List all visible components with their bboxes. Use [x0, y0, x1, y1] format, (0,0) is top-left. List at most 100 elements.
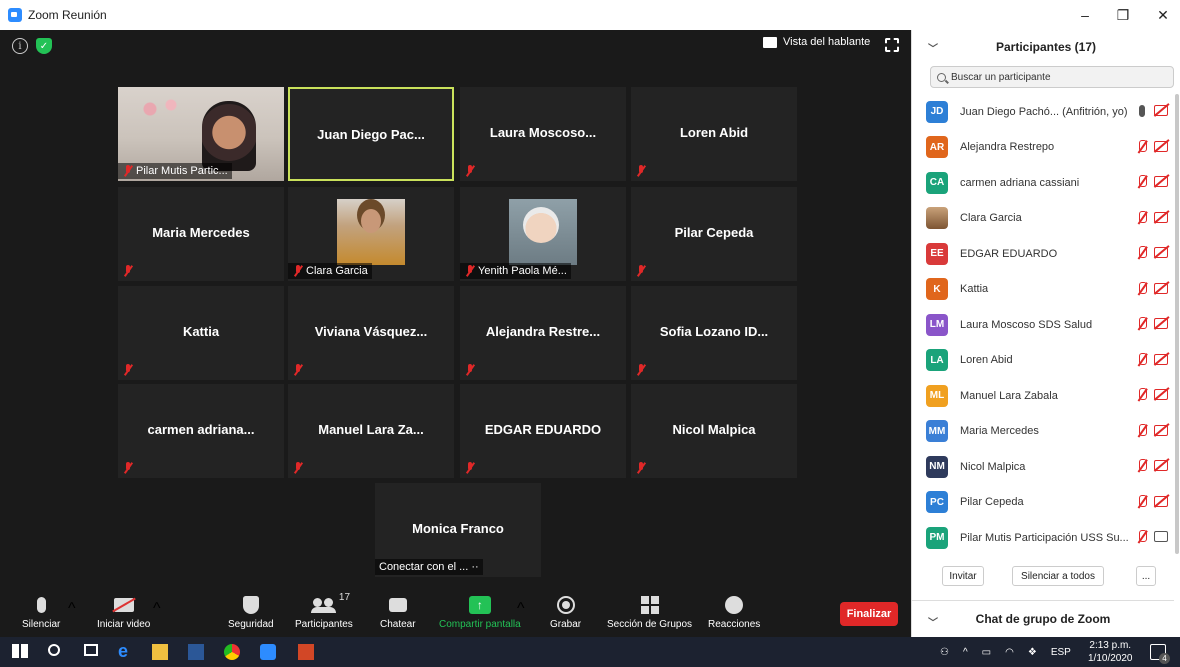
video-tile[interactable]: Pilar Mutis Partic...: [118, 87, 284, 181]
participant-row[interactable]: AR Alejandra Restrepo: [912, 130, 1174, 166]
video-tile[interactable]: Yenith Paola Mé...: [460, 187, 626, 281]
people-icon[interactable]: ⚇: [940, 647, 949, 658]
video-off-icon[interactable]: [1154, 247, 1168, 258]
microphone-muted-icon[interactable]: [1136, 281, 1148, 296]
invite-button[interactable]: Invitar: [942, 566, 984, 586]
video-tile[interactable]: EDGAR EDUARDO: [460, 384, 626, 478]
audio-options-chevron-icon[interactable]: ^: [68, 600, 76, 618]
notifications-icon[interactable]: 4: [1150, 644, 1170, 664]
microphone-icon[interactable]: [1139, 105, 1145, 117]
video-camera-icon[interactable]: [1154, 531, 1168, 542]
close-button[interactable]: ✕: [1140, 0, 1180, 30]
collapse-chat-chevron-icon[interactable]: ﹀: [928, 614, 938, 629]
chrome-icon[interactable]: [224, 644, 240, 660]
participant-row[interactable]: PC Pilar Cepeda: [912, 485, 1174, 521]
video-tile[interactable]: Maria Mercedes: [118, 187, 284, 281]
video-off-icon[interactable]: [1154, 176, 1168, 187]
video-off-icon[interactable]: [1154, 424, 1168, 436]
microphone-muted-icon[interactable]: [1136, 423, 1148, 438]
participant-row[interactable]: EE EDGAR EDUARDO: [912, 236, 1174, 272]
participant-row[interactable]: Clara Garcia: [912, 201, 1174, 237]
start-video-button[interactable]: Iniciar video: [97, 594, 150, 630]
video-tile[interactable]: Sofia Lozano ID...: [631, 286, 797, 380]
windows-start-icon[interactable]: [12, 644, 28, 658]
video-off-icon[interactable]: [1154, 211, 1168, 223]
chat-button[interactable]: Chatear: [380, 594, 416, 630]
microphone-muted-icon[interactable]: [1136, 388, 1148, 402]
video-tile[interactable]: Pilar Cepeda: [631, 187, 797, 281]
participant-row[interactable]: NM Nicol Malpica: [912, 449, 1174, 485]
zoom-taskbar-icon[interactable]: [260, 644, 276, 660]
participant-row[interactable]: MM Maria Mercedes: [912, 414, 1174, 450]
video-options-chevron-icon[interactable]: ^: [153, 600, 161, 618]
record-button[interactable]: Grabar: [550, 594, 581, 630]
tray-expand-icon[interactable]: ^: [963, 647, 968, 658]
search-taskbar-icon[interactable]: [48, 644, 60, 656]
microphone-muted-icon[interactable]: [1136, 317, 1148, 331]
edge-browser-icon[interactable]: e: [118, 641, 134, 661]
fullscreen-icon[interactable]: [885, 38, 899, 52]
wifi-icon[interactable]: ◠: [1005, 647, 1014, 658]
file-explorer-icon[interactable]: [152, 644, 168, 660]
participant-row[interactable]: LM Laura Moscoso SDS Salud: [912, 307, 1174, 343]
more-options-button[interactable]: ...: [1136, 566, 1156, 586]
task-view-icon[interactable]: [84, 644, 98, 656]
participant-row[interactable]: JD Juan Diego Pachó... (Anfitrión, yo): [912, 94, 1174, 130]
microphone-muted-icon[interactable]: [1136, 494, 1148, 509]
video-tile[interactable]: Monica Franco Conectar con el ... ··: [375, 483, 541, 577]
powerpoint-icon[interactable]: [298, 644, 314, 660]
video-off-icon[interactable]: [1154, 495, 1168, 507]
video-off-icon[interactable]: [1154, 389, 1168, 400]
speaker-view-button[interactable]: Vista del hablante: [763, 36, 870, 48]
video-tile[interactable]: Loren Abid: [631, 87, 797, 181]
video-tile[interactable]: Clara Garcia: [288, 187, 454, 281]
microphone-muted-icon[interactable]: [1136, 459, 1148, 473]
reactions-button[interactable]: Reacciones: [708, 594, 760, 630]
microphone-muted-icon[interactable]: [1136, 246, 1148, 260]
video-tile[interactable]: carmen adriana...: [118, 384, 284, 478]
video-tile[interactable]: Viviana Vásquez...: [288, 286, 454, 380]
video-tile[interactable]: Nicol Malpica: [631, 384, 797, 478]
share-options-chevron-icon[interactable]: ^: [517, 600, 525, 618]
info-icon[interactable]: i: [12, 38, 28, 54]
word-icon[interactable]: [188, 644, 204, 660]
participant-row[interactable]: CA carmen adriana cassiani: [912, 165, 1174, 201]
video-tile[interactable]: Alejandra Restre...: [460, 286, 626, 380]
microphone-muted-icon[interactable]: [1136, 139, 1148, 154]
video-off-icon[interactable]: [1154, 282, 1168, 294]
participants-button[interactable]: 17 Participantes: [295, 592, 353, 630]
end-meeting-button[interactable]: Finalizar: [840, 602, 898, 626]
battery-icon[interactable]: ▭: [982, 647, 991, 658]
share-screen-button[interactable]: ↑ Compartir pantalla: [439, 594, 521, 630]
video-tile[interactable]: Laura Moscoso...: [460, 87, 626, 181]
video-off-icon[interactable]: [1154, 460, 1168, 471]
taskbar-clock[interactable]: 2:13 p.m. 1/10/2020: [1088, 639, 1133, 665]
microphone-muted-icon[interactable]: [1136, 210, 1148, 225]
group-chat-header[interactable]: ﹀ Chat de grupo de Zoom: [912, 600, 1174, 637]
video-tile[interactable]: Kattia: [118, 286, 284, 380]
participant-row[interactable]: ML Manuel Lara Zabala: [912, 378, 1174, 414]
participant-list-scrollbar[interactable]: [1175, 94, 1179, 554]
participant-row[interactable]: PM Pilar Mutis Participación USS Su...: [912, 520, 1174, 556]
video-off-icon[interactable]: [1154, 318, 1168, 329]
video-tile[interactable]: Manuel Lara Za...: [288, 384, 454, 478]
video-tile[interactable]: Juan Diego Pac...: [288, 87, 454, 181]
participant-row[interactable]: LA Loren Abid: [912, 343, 1174, 379]
mute-all-button[interactable]: Silenciar a todos: [1012, 566, 1104, 586]
video-off-icon[interactable]: [1154, 105, 1168, 116]
microphone-muted-icon[interactable]: [1136, 352, 1148, 367]
dropbox-icon[interactable]: ❖: [1028, 647, 1037, 658]
language-indicator[interactable]: ESP: [1051, 647, 1071, 658]
search-participant-input[interactable]: Buscar un participante: [930, 66, 1174, 88]
breakout-rooms-button[interactable]: Sección de Grupos: [607, 594, 692, 630]
participant-row[interactable]: K Kattia: [912, 272, 1174, 308]
microphone-muted-icon[interactable]: [1136, 175, 1148, 189]
video-off-icon[interactable]: [1154, 140, 1168, 152]
microphone-muted-icon[interactable]: [1136, 530, 1148, 544]
encryption-shield-icon[interactable]: ✓: [36, 38, 52, 54]
collapse-chevron-icon[interactable]: ﹀: [928, 40, 938, 55]
muted-mic-icon: [465, 364, 475, 376]
video-off-icon[interactable]: [1154, 353, 1168, 365]
mute-button[interactable]: Silenciar: [22, 594, 60, 630]
security-button[interactable]: Seguridad: [228, 594, 274, 630]
